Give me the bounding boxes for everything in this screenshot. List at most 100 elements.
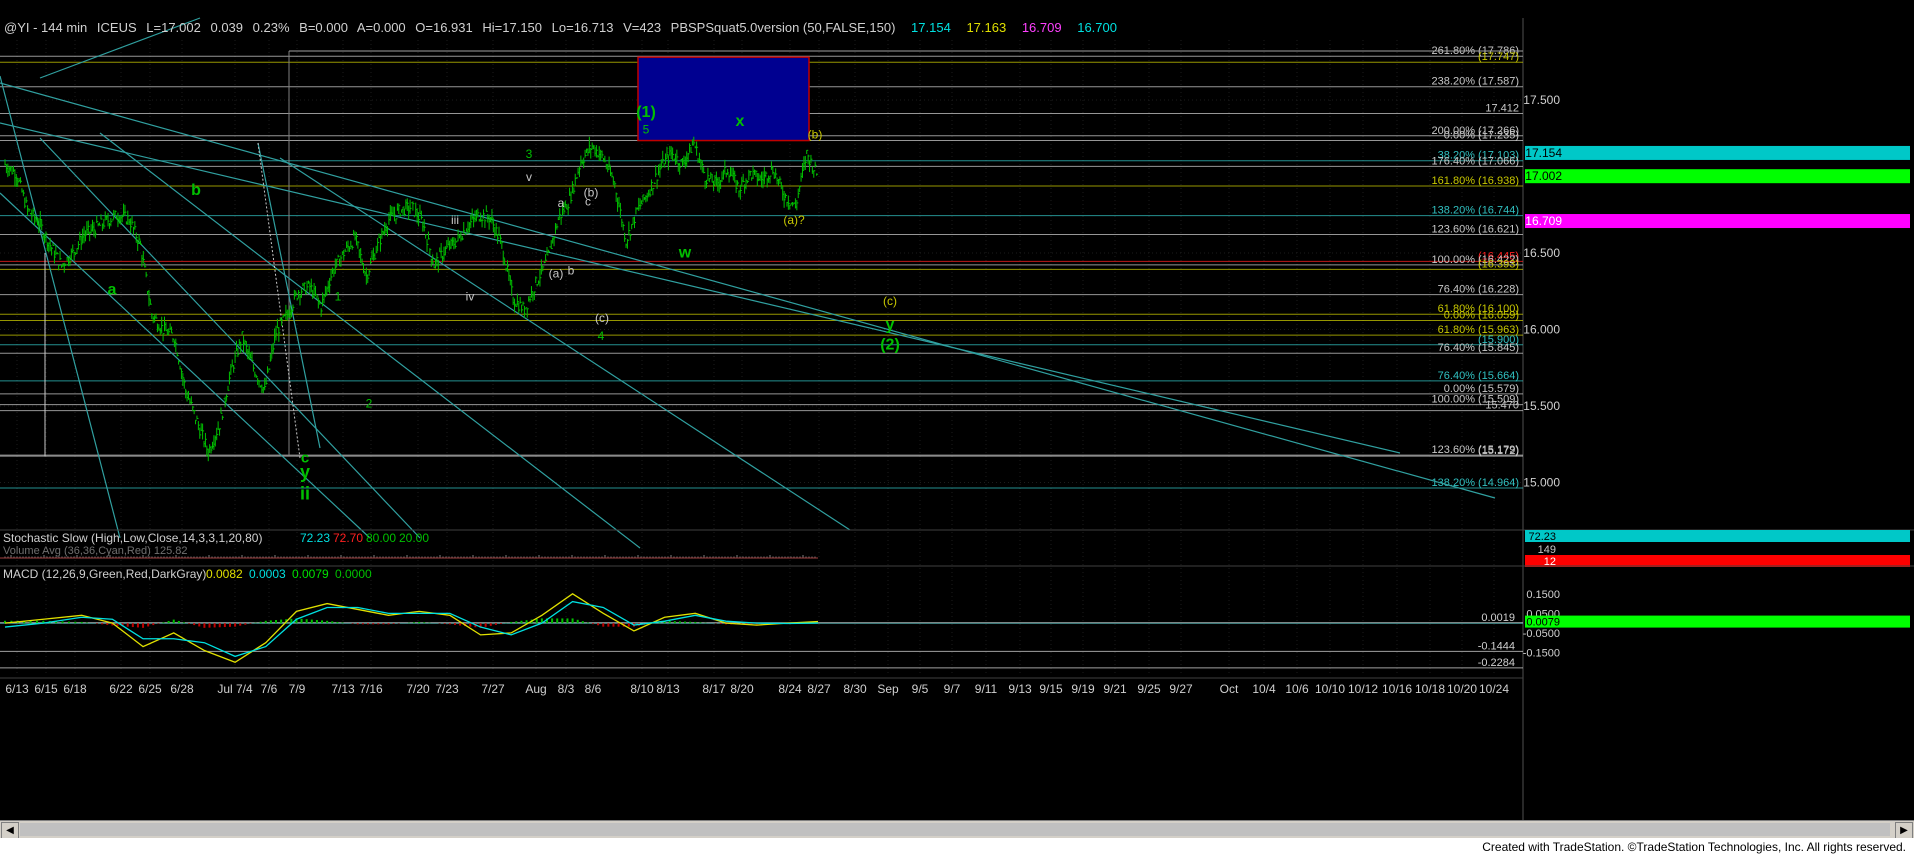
time-tick-label: Sep bbox=[877, 682, 899, 696]
macd-tick-label: -0.1500 bbox=[1523, 647, 1560, 659]
time-tick-label: Jul 7/4 bbox=[217, 682, 253, 696]
price-tag: 17.002 bbox=[1525, 169, 1562, 183]
wave-label: 1 bbox=[335, 289, 342, 303]
time-tick-label: 6/15 bbox=[34, 682, 58, 696]
time-tick-label: 9/21 bbox=[1103, 682, 1127, 696]
level-label: 238.20% (17.587) bbox=[1432, 76, 1519, 88]
last-price: L=17.002 bbox=[146, 20, 201, 35]
scroll-thumb[interactable] bbox=[20, 823, 1890, 836]
price-tag-bg bbox=[1525, 169, 1910, 184]
stoch-value: 72.70 bbox=[333, 531, 363, 545]
horizontal-scrollbar[interactable]: ◀ ▶ bbox=[0, 820, 1914, 839]
time-tick-label: 9/11 bbox=[975, 682, 998, 696]
price-tick-label: 17.500 bbox=[1523, 93, 1560, 107]
level-label: (16.393) bbox=[1478, 258, 1519, 270]
level-label: 138.20% (14.964) bbox=[1432, 477, 1519, 489]
time-tick-label: 6/13 bbox=[5, 682, 29, 696]
time-tick-label: 6/25 bbox=[138, 682, 162, 696]
time-tick-label: 10/24 bbox=[1479, 682, 1509, 696]
price-tag: 16.709 bbox=[1525, 214, 1562, 228]
level-label: 0.00% (16.059) bbox=[1444, 309, 1519, 321]
open-value: O=16.931 bbox=[415, 20, 472, 35]
time-tick-label: 7/6 bbox=[261, 682, 278, 696]
time-tick-label: 8/6 bbox=[585, 682, 602, 696]
level-label: 76.40% (15.845) bbox=[1438, 342, 1519, 354]
price-tick-label: 15.000 bbox=[1523, 476, 1560, 490]
wave-label: (c) bbox=[595, 311, 609, 325]
level-label: 123.60% (16.621) bbox=[1432, 223, 1519, 235]
time-tick-label: 6/28 bbox=[170, 682, 194, 696]
time-tick-label: 8/10 bbox=[630, 682, 654, 696]
bid-value: B=0.000 bbox=[299, 20, 348, 35]
level-label: 76.40% (15.664) bbox=[1438, 370, 1519, 382]
wave-label: a bbox=[108, 281, 117, 298]
wave-label: iv bbox=[466, 289, 475, 303]
time-tick-label: 10/6 bbox=[1285, 682, 1309, 696]
arrow-left-icon[interactable]: ◀ bbox=[1, 822, 19, 839]
wave-label: x bbox=[736, 113, 745, 130]
price-tick-label: 16.000 bbox=[1523, 323, 1560, 337]
wave-label: (b) bbox=[584, 185, 599, 199]
time-tick-label: 9/19 bbox=[1071, 682, 1095, 696]
time-tick-label: 10/16 bbox=[1382, 682, 1412, 696]
price-tag-bg bbox=[1525, 214, 1910, 229]
time-tick-label: 6/22 bbox=[109, 682, 133, 696]
wave-label: (2) bbox=[880, 336, 900, 353]
wave-label: 4 bbox=[598, 329, 605, 343]
wave-label: (a) bbox=[549, 266, 564, 280]
time-tick-label: 8/3 bbox=[558, 682, 575, 696]
stoch-tag-bg bbox=[1525, 543, 1910, 555]
wave-label: y bbox=[886, 317, 895, 334]
study-value-4: 16.700 bbox=[1077, 20, 1117, 35]
wave-label: a bbox=[558, 196, 565, 210]
study-value-3: 16.709 bbox=[1022, 20, 1062, 35]
level-label: (15.172) bbox=[1478, 445, 1519, 457]
macd-marker-label: -0.1444 bbox=[1478, 640, 1515, 652]
wave-label: 3 bbox=[526, 147, 533, 161]
macd-value: 0.0082 bbox=[206, 567, 243, 581]
wave-label: 5 bbox=[643, 123, 650, 137]
time-tick-label: 8/17 bbox=[702, 682, 726, 696]
macd-tick-label: 0.1500 bbox=[1526, 589, 1560, 601]
target-box bbox=[637, 56, 810, 142]
macd-value: 0.0000 bbox=[335, 567, 372, 581]
level-label: (17.747) bbox=[1478, 51, 1519, 63]
time-tick-label: 7/13 bbox=[331, 682, 355, 696]
wave-label: (c) bbox=[883, 294, 897, 308]
chart-header: @YI - 144 min ICEUS L=17.002 0.039 0.23%… bbox=[4, 20, 1117, 35]
time-tick-label: 8/13 bbox=[656, 682, 680, 696]
study-label: PBSPSquat5.0version (50,FALSE,150) bbox=[671, 20, 896, 35]
time-tick-label: 8/27 bbox=[807, 682, 831, 696]
time-tick-label: Oct bbox=[1220, 682, 1239, 696]
level-label: 76.40% (16.228) bbox=[1438, 284, 1519, 296]
arrow-right-icon[interactable]: ▶ bbox=[1895, 822, 1913, 839]
stoch-value: 72.23 bbox=[300, 531, 330, 545]
footer-credit: Created with TradeStation. ©TradeStation… bbox=[1482, 840, 1906, 854]
ask-value: A=0.000 bbox=[357, 20, 406, 35]
macd-tag-bg bbox=[1525, 615, 1910, 628]
footer: Created with TradeStation. ©TradeStation… bbox=[0, 838, 1914, 856]
stoch-title: Stochastic Slow (High,Low,Close,14,3,3,1… bbox=[3, 531, 262, 545]
macd-value: 0.0079 bbox=[292, 567, 329, 581]
time-tick-label: 6/18 bbox=[63, 682, 87, 696]
time-tick-label: 9/7 bbox=[944, 682, 961, 696]
time-tick-label: 7/27 bbox=[481, 682, 505, 696]
price-tag-bg bbox=[1525, 145, 1910, 160]
study-value-1: 17.154 bbox=[911, 20, 951, 35]
stoch-value: 20.00 bbox=[399, 531, 429, 545]
time-tick-label: 10/12 bbox=[1348, 682, 1378, 696]
price-chart[interactable]: 261.80% (17.786)(17.747)238.20% (17.587)… bbox=[0, 0, 1914, 856]
macd-title: MACD (12,26,9,Green,Red,DarkGray) bbox=[3, 567, 206, 581]
wave-label: b bbox=[191, 182, 201, 199]
time-tick-label: 9/25 bbox=[1137, 682, 1161, 696]
wave-label: ii bbox=[300, 483, 310, 503]
wave-label: v bbox=[526, 170, 532, 184]
price-tick-label: 16.500 bbox=[1523, 246, 1560, 260]
level-label: 176.40% (17.066) bbox=[1432, 155, 1519, 167]
time-tick-label: 7/20 bbox=[406, 682, 430, 696]
macd-tag: 0.0079 bbox=[1526, 617, 1560, 629]
time-tick-label: 9/15 bbox=[1039, 682, 1063, 696]
macd-tick-label: -0.0500 bbox=[1523, 628, 1560, 640]
time-tick-label: 7/23 bbox=[435, 682, 459, 696]
target-zone bbox=[637, 56, 810, 142]
